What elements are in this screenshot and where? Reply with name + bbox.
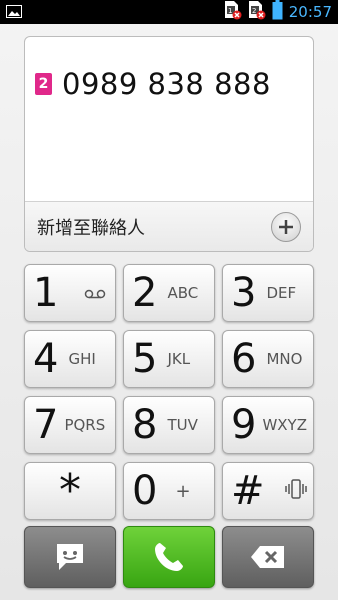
key-digit: 0 (132, 468, 158, 514)
vibrate-icon (284, 479, 307, 503)
key-2[interactable]: 2 ABC (123, 264, 215, 322)
key-digit: 1 (33, 270, 59, 316)
add-to-contacts-bar[interactable]: 新增至聯絡人 (25, 201, 313, 251)
svg-text:2: 2 (252, 7, 256, 15)
key-hash[interactable]: # (222, 462, 314, 520)
dialed-number-row: 2 0989 838 888 (35, 67, 271, 101)
sim2-no-signal-icon: 2 (248, 0, 266, 24)
number-display-panel: 2 0989 838 888 新增至聯絡人 (24, 36, 314, 252)
message-icon (57, 544, 83, 570)
gallery-icon (6, 3, 22, 22)
key-star[interactable]: * (24, 462, 116, 520)
sim-badge[interactable]: 2 (35, 73, 52, 95)
key-digit: 9 (231, 402, 257, 448)
dialed-number[interactable]: 0989 838 888 (62, 67, 271, 101)
status-clock: 20:57 (288, 3, 332, 21)
voicemail-icon (84, 284, 106, 303)
key-letters: DEF (266, 284, 297, 302)
key-letters: JKL (167, 350, 191, 368)
key-4[interactable]: 4 GHI (24, 330, 116, 388)
key-6[interactable]: 6 MNO (222, 330, 314, 388)
backspace-icon (251, 546, 284, 568)
key-digit: 2 (132, 270, 158, 316)
key-8[interactable]: 8 TUV (123, 396, 215, 454)
key-digit: # (231, 468, 265, 514)
key-7[interactable]: 7 PQRS (24, 396, 116, 454)
key-9[interactable]: 9 WXYZ (222, 396, 314, 454)
sim1-no-signal-icon: 1 (224, 0, 242, 24)
add-to-contacts-label: 新增至聯絡人 (37, 217, 145, 239)
key-letters: PQRS (64, 416, 106, 434)
key-letters: + (175, 480, 191, 502)
key-digit: 7 (33, 402, 59, 448)
key-digit: * (59, 465, 81, 516)
svg-text:1: 1 (228, 7, 232, 15)
key-digit: 5 (132, 336, 158, 382)
add-contact-button[interactable] (271, 211, 301, 242)
key-letters: TUV (167, 416, 198, 434)
key-digit: 8 (132, 402, 158, 448)
key-letters: ABC (167, 284, 199, 302)
key-3[interactable]: 3 DEF (222, 264, 314, 322)
key-letters: WXYZ (262, 416, 307, 434)
key-letters: GHI (68, 350, 96, 368)
phone-icon (155, 543, 183, 571)
key-digit: 4 (33, 336, 59, 382)
backspace-button[interactable] (222, 526, 314, 588)
key-digit: 6 (231, 336, 257, 382)
message-button[interactable] (24, 526, 116, 588)
call-button[interactable] (123, 526, 215, 588)
key-digit: 3 (231, 270, 257, 316)
plus-icon (279, 219, 293, 234)
key-1[interactable]: 1 (24, 264, 116, 322)
key-0[interactable]: 0 + (123, 462, 215, 520)
key-letters: MNO (266, 350, 303, 368)
battery-icon (272, 0, 283, 24)
status-bar: 1 2 20:57 (0, 0, 338, 24)
key-5[interactable]: 5 JKL (123, 330, 215, 388)
